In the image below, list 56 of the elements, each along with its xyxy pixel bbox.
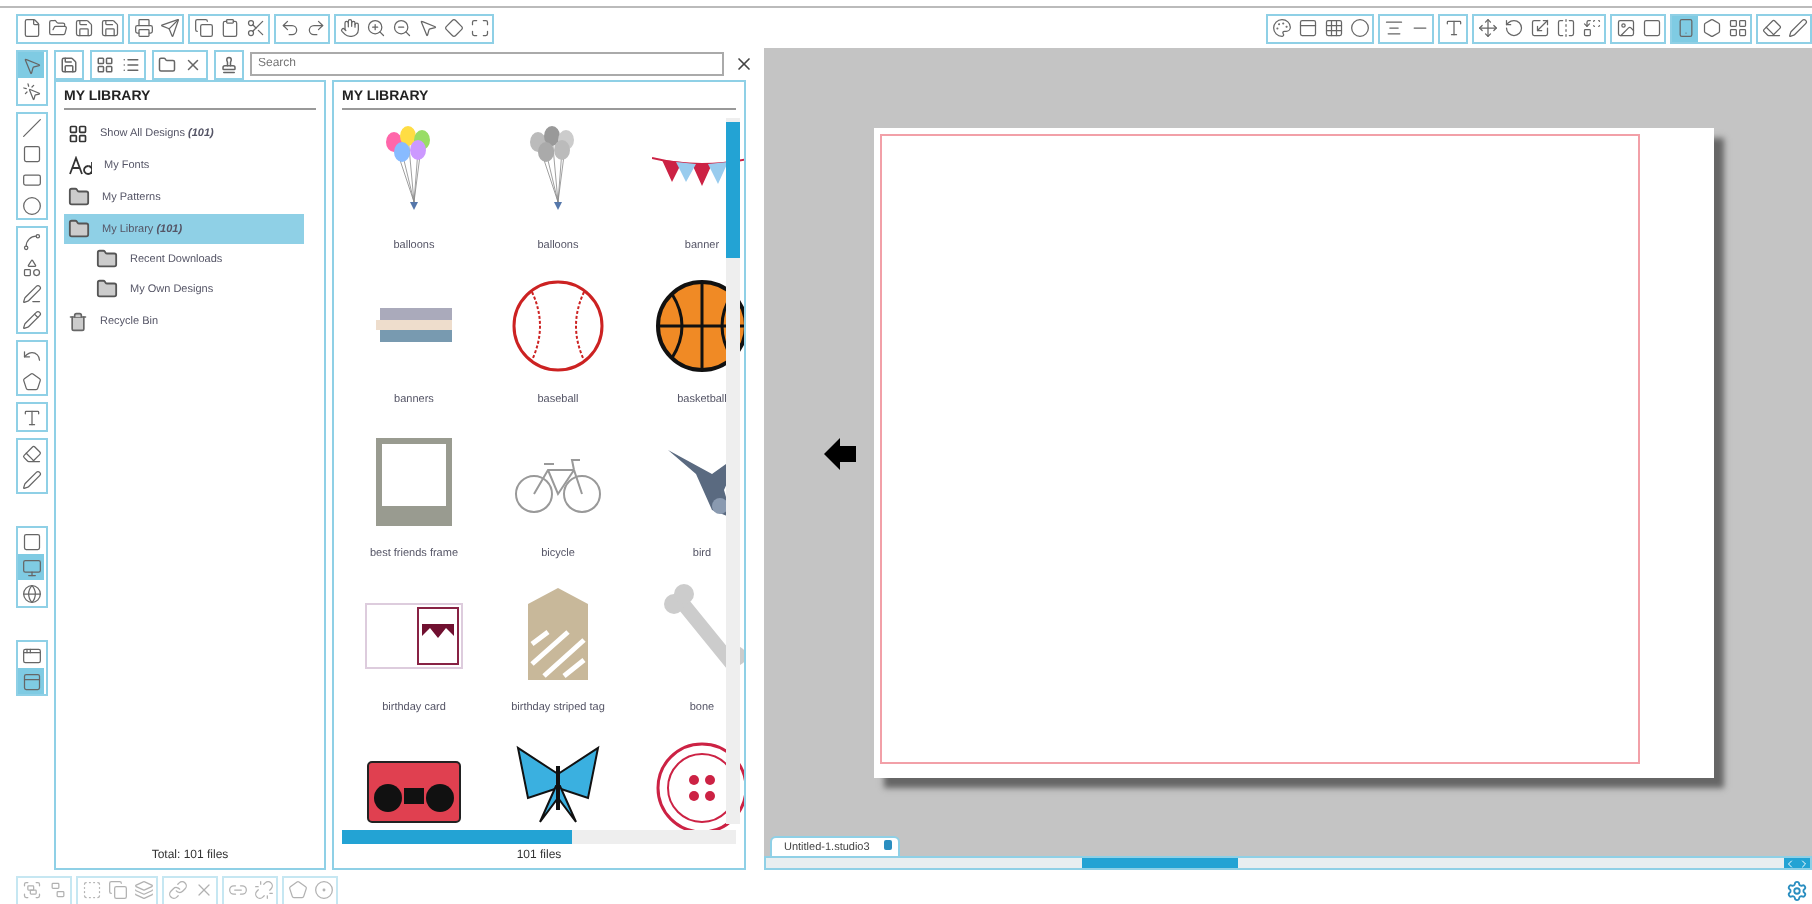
device-icon[interactable] xyxy=(1672,15,1698,41)
zoom-out-icon[interactable] xyxy=(388,15,414,41)
shapes-icon[interactable] xyxy=(18,254,44,280)
eraser-icon[interactable] xyxy=(1758,15,1784,41)
panel-icon[interactable] xyxy=(18,668,44,694)
palette-icon[interactable] xyxy=(1268,15,1294,41)
save-icon[interactable] xyxy=(96,15,122,41)
folder-icon xyxy=(96,278,118,300)
square-icon[interactable] xyxy=(18,528,44,554)
rotate-icon[interactable] xyxy=(1500,15,1526,41)
grid-icon xyxy=(68,123,88,143)
printer-icon[interactable] xyxy=(130,15,156,41)
copy-icon[interactable] xyxy=(190,15,216,41)
pentagon-icon[interactable] xyxy=(18,368,44,394)
hand-icon[interactable] xyxy=(336,15,362,41)
vertical-scrollbar[interactable] xyxy=(726,118,740,824)
send-icon[interactable] xyxy=(156,15,182,41)
settings-icon[interactable] xyxy=(1786,879,1808,901)
pen-line-icon[interactable] xyxy=(18,280,44,306)
pen-icon[interactable] xyxy=(1784,15,1810,41)
window-icon[interactable] xyxy=(1294,15,1320,41)
scissors-icon[interactable] xyxy=(242,15,268,41)
hexagon-icon[interactable] xyxy=(1698,15,1724,41)
diamond-icon[interactable] xyxy=(440,15,466,41)
pencil-icon[interactable] xyxy=(18,306,44,332)
square-icon[interactable] xyxy=(1638,15,1664,41)
stamp-icon[interactable] xyxy=(216,51,242,77)
curve-icon[interactable] xyxy=(18,228,44,254)
fit-icon[interactable] xyxy=(466,15,492,41)
monitor-icon[interactable] xyxy=(18,554,44,580)
move-icon[interactable] xyxy=(1474,15,1500,41)
line-icon[interactable] xyxy=(18,114,44,140)
scale-icon[interactable] xyxy=(1526,15,1552,41)
circle-icon[interactable] xyxy=(1346,15,1372,41)
eraser-icon[interactable] xyxy=(18,440,44,466)
folder-icon xyxy=(68,186,90,208)
pointer-icon[interactable] xyxy=(18,52,44,78)
close-icon[interactable] xyxy=(734,54,754,74)
arrow-left-icon[interactable] xyxy=(824,438,856,470)
globe-icon[interactable] xyxy=(18,580,44,606)
image-icon[interactable] xyxy=(1612,15,1638,41)
rectangle-icon[interactable] xyxy=(18,140,44,166)
ellipse-icon[interactable] xyxy=(18,192,44,218)
trash-icon xyxy=(68,311,88,331)
folder-icon xyxy=(96,248,118,270)
font-icon xyxy=(68,155,92,175)
node-edit-icon[interactable] xyxy=(18,78,44,104)
save-icon[interactable] xyxy=(70,15,96,41)
grid-icon[interactable] xyxy=(1724,15,1750,41)
folder-icon xyxy=(68,218,90,240)
zoom-in-icon[interactable] xyxy=(362,15,388,41)
grid-icon[interactable] xyxy=(1320,15,1346,41)
horizontal-scrollbar[interactable] xyxy=(342,830,736,844)
open-folder-icon[interactable] xyxy=(44,15,70,41)
flip-icon[interactable] xyxy=(1552,15,1578,41)
baseball-drawing[interactable] xyxy=(508,276,608,376)
